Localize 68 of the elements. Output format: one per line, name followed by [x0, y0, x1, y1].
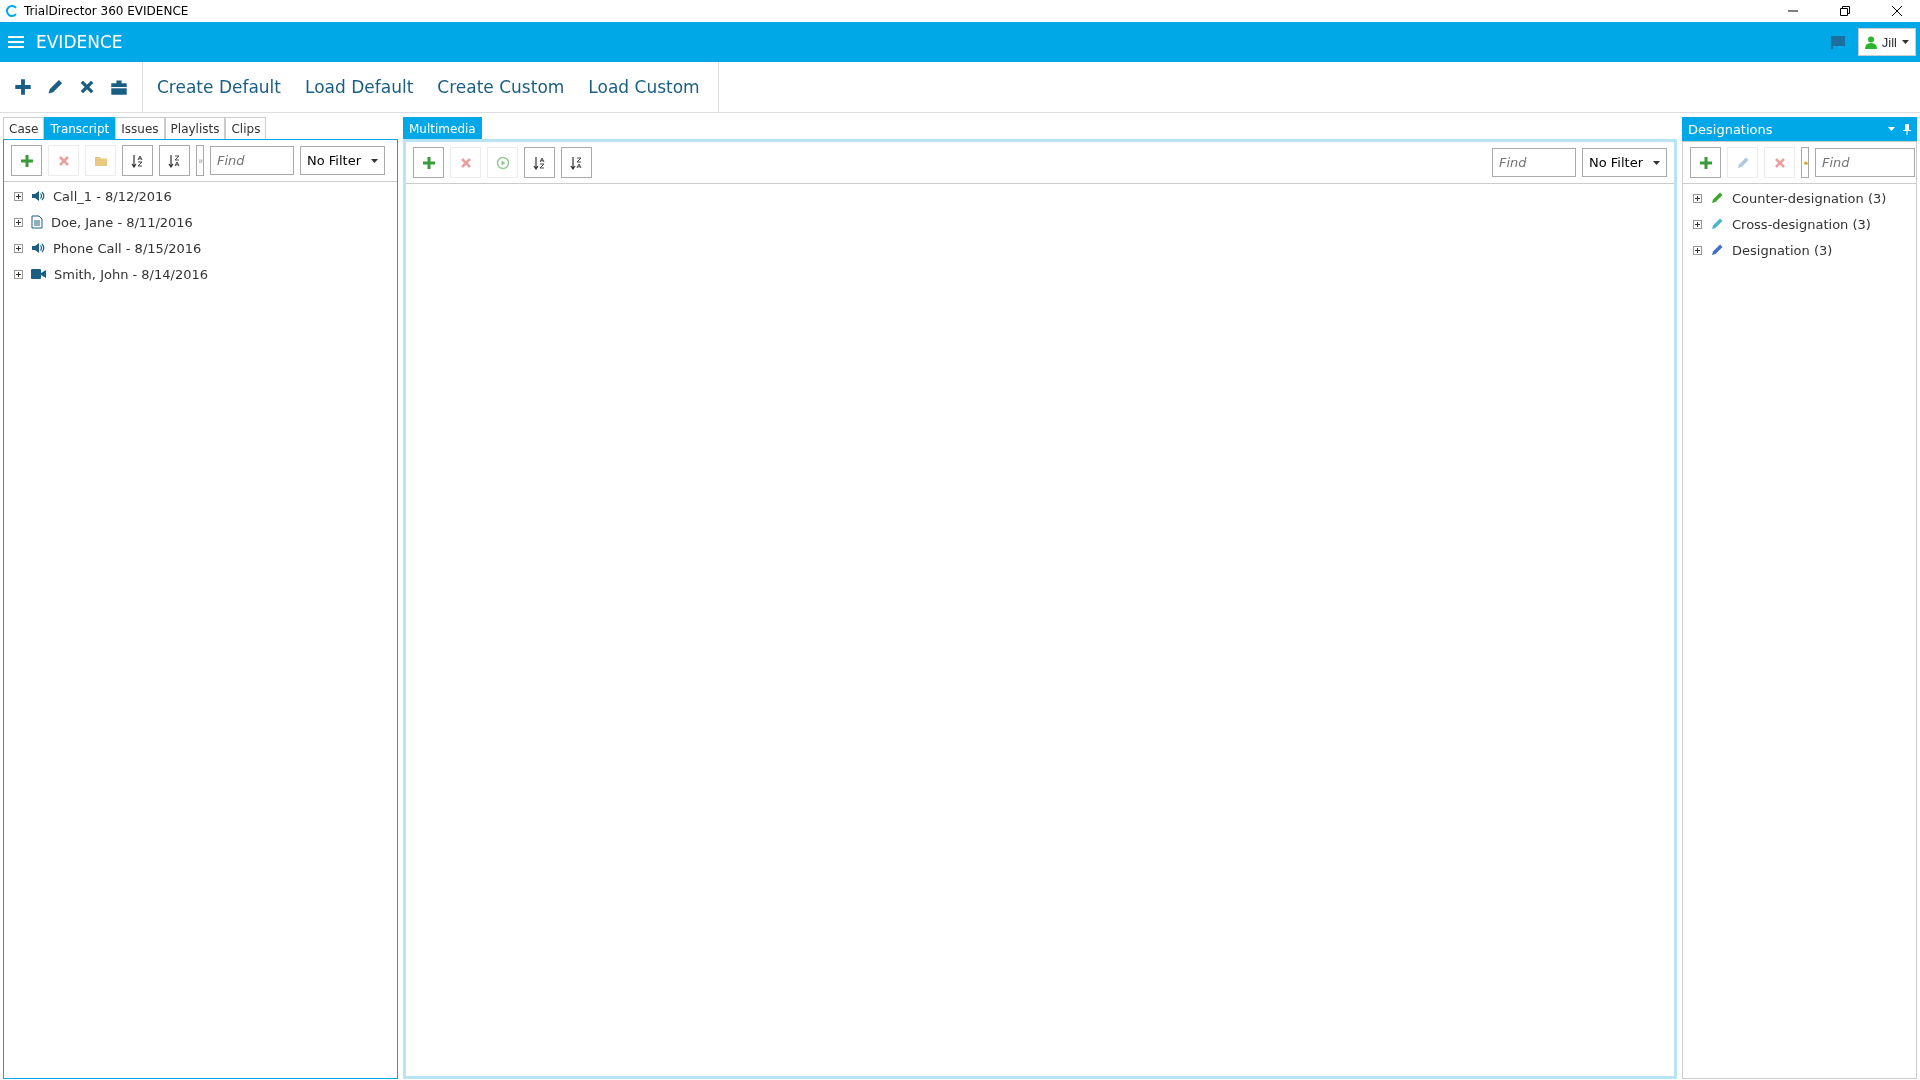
- caret-icon: [371, 158, 378, 163]
- delete-icon: [458, 155, 473, 170]
- delete-icon: [78, 78, 96, 96]
- transcript-item[interactable]: Smith, John - 8/14/2016: [54, 266, 208, 282]
- find-field[interactable]: Find: [1815, 148, 1915, 177]
- pencil-icon: [1735, 155, 1750, 170]
- transcript-item[interactable]: Phone Call - 8/15/2016: [53, 240, 202, 256]
- window-title: TrialDirector 360 EVIDENCE: [24, 4, 189, 18]
- briefcase-icon: [110, 78, 128, 96]
- add-icon: [421, 155, 436, 170]
- add-icon: [1698, 155, 1713, 170]
- panel-tab[interactable]: Issues: [115, 117, 165, 139]
- video-camera-icon: [31, 268, 46, 280]
- expand-toggle[interactable]: [1693, 245, 1702, 255]
- panel-tab[interactable]: Clips: [225, 117, 267, 139]
- filter-dropdown[interactable]: No Filter: [300, 146, 385, 175]
- menu-icon[interactable]: [8, 35, 24, 49]
- sort-button[interactable]: [159, 145, 190, 176]
- sort-button[interactable]: [561, 147, 592, 178]
- speaker-icon: [31, 189, 45, 203]
- filter-dropdown[interactable]: No Filter: [1582, 148, 1667, 177]
- caret-icon: [1653, 160, 1660, 165]
- speaker-icon: [31, 241, 45, 255]
- transcript-item[interactable]: Call_1 - 8/12/2016: [53, 188, 172, 204]
- toolbar-link[interactable]: Create Default: [157, 77, 281, 97]
- toolbar-link[interactable]: Load Custom: [588, 77, 700, 97]
- sort-button[interactable]: [122, 145, 153, 176]
- pencil-icon: [46, 78, 64, 96]
- add-button[interactable]: [11, 145, 42, 176]
- designation-item[interactable]: Cross-designation (3): [1732, 216, 1871, 232]
- designation-item[interactable]: Designation (3): [1732, 242, 1833, 258]
- find-field[interactable]: Find: [1492, 148, 1576, 177]
- briefcase-button[interactable]: [110, 78, 128, 96]
- caret-icon: [1888, 127, 1895, 131]
- transcript-item[interactable]: Doe, Jane - 8/11/2016: [51, 214, 193, 230]
- add-button[interactable]: [14, 78, 32, 96]
- panel-title: Designations: [1688, 121, 1773, 137]
- designation-item[interactable]: Counter-designation (3): [1732, 190, 1887, 206]
- add-icon: [19, 153, 34, 168]
- expand-toggle[interactable]: [1693, 219, 1702, 229]
- expand-toggle[interactable]: [14, 269, 23, 279]
- delete-icon: [56, 153, 71, 168]
- delete-button[interactable]: [78, 78, 96, 96]
- user-menu-button[interactable]: Jill: [1857, 28, 1916, 56]
- panel-tab[interactable]: Playlists: [164, 117, 226, 139]
- toolbar-link[interactable]: Create Custom: [437, 77, 565, 97]
- close-icon: [1892, 6, 1902, 16]
- expand-toggle[interactable]: [14, 217, 23, 227]
- add-button[interactable]: [1690, 147, 1721, 178]
- restore-icon: [1840, 6, 1850, 16]
- expand-toggle[interactable]: [14, 243, 23, 253]
- play-icon: [495, 155, 510, 170]
- page-title: EVIDENCE: [36, 32, 123, 52]
- add-icon: [14, 78, 32, 96]
- expand-toggle[interactable]: [14, 191, 23, 201]
- document-icon: [31, 215, 43, 229]
- delete-icon: [1772, 155, 1787, 170]
- user-icon: [1864, 35, 1877, 49]
- caret-icon: [1902, 40, 1909, 44]
- expand-toggle[interactable]: [1693, 193, 1702, 203]
- toolbar-link[interactable]: Load Default: [305, 77, 414, 97]
- pin-icon[interactable]: [1903, 123, 1911, 135]
- panel-tab[interactable]: Case: [3, 117, 45, 139]
- sort-button[interactable]: [524, 147, 555, 178]
- add-button[interactable]: [413, 147, 444, 178]
- app-logo-icon: [6, 5, 18, 17]
- find-field[interactable]: Find: [210, 146, 294, 175]
- edit-button[interactable]: [46, 78, 64, 96]
